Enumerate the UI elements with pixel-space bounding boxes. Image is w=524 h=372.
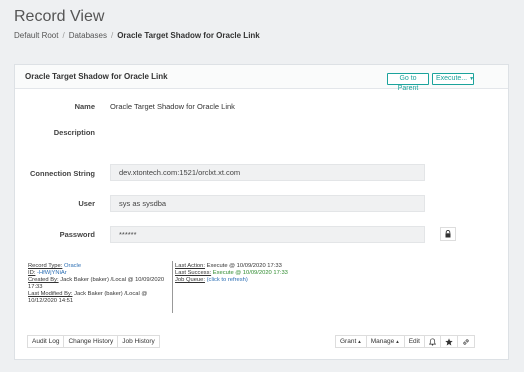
record-metadata-left: Record Type: Oracle ID: -HfWjYNiAr Creat… [28,263,168,306]
page-title: Record View [14,8,105,25]
lock-icon [445,230,451,238]
job-history-button[interactable]: Job History [118,336,159,347]
link-button[interactable] [458,336,474,347]
edit-button[interactable]: Edit [405,336,425,347]
metadata-divider [172,261,173,313]
job-queue-refresh-link[interactable]: (click to refresh) [207,277,248,283]
description-label: Description [53,128,95,137]
id-key: ID: [28,270,36,277]
last-action-key: Last Action: [175,263,205,269]
record-type-key: Record Type: [28,263,63,269]
caret-down-icon: ▼ [469,76,475,82]
breadcrumb-item-databases[interactable]: Databases [69,31,107,40]
breadcrumb-item-default-root[interactable]: Default Root [14,31,58,40]
last-action-value: Execute @ 10/09/2020 17:33 [206,263,282,269]
last-success-value: Execute @ 10/09/2020 17:33 [212,270,288,277]
notifications-button[interactable] [425,336,441,347]
connection-string-field[interactable]: dev.xtontech.com:1521/orclxt.xt.com [110,164,425,181]
history-button-group: Audit Log Change History Job History [27,335,160,348]
user-field[interactable]: sys as sysdba [110,195,425,212]
panel-title: Oracle Target Shadow for Oracle Link [25,72,168,81]
last-modified-key: Last Modified By: [28,291,73,298]
name-value: Oracle Target Shadow for Oracle Link [110,102,235,111]
manage-dropdown-button[interactable]: Manage▲ [367,336,405,347]
panel-header: Oracle Target Shadow for Oracle Link Go … [15,65,508,92]
name-label: Name [74,102,95,111]
execute-dropdown-button[interactable]: Execute... ▼ [432,73,474,85]
password-field[interactable]: ****** [110,226,425,243]
breadcrumb-separator: / [62,31,65,40]
grant-dropdown-button[interactable]: Grant▲ [336,336,367,347]
favorite-button[interactable] [441,336,458,347]
action-button-group: Grant▲ Manage▲ Edit [335,335,475,348]
record-id-link[interactable]: -HfWjYNiAr [37,270,67,276]
change-history-button[interactable]: Change History [64,336,119,347]
execute-label: Execute... [436,75,468,82]
record-panel: Oracle Target Shadow for Oracle Link Go … [14,64,509,360]
user-label: User [78,199,95,208]
record-metadata-right: Last Action: Execute @ 10/09/2020 17:33 … [175,263,315,284]
job-queue-key: Job Queue: [175,277,205,284]
manage-label: Manage [370,338,395,345]
connection-string-label: Connection String [30,169,95,178]
grant-label: Grant [340,338,357,345]
link-icon [463,338,469,345]
unlock-password-button[interactable] [440,227,456,241]
breadcrumb-current: Oracle Target Shadow for Oracle Link [117,31,260,40]
created-by-key: Created By: [28,277,59,284]
bell-icon [428,337,436,346]
caret-up-icon: ▲ [395,339,400,344]
star-icon [445,337,453,345]
caret-up-icon: ▲ [357,339,362,344]
record-type-link[interactable]: Oracle [64,263,81,269]
go-to-parent-button[interactable]: Go to Parent [387,73,429,92]
breadcrumb-separator: / [110,31,114,40]
audit-log-button[interactable]: Audit Log [28,336,65,347]
password-label: Password [59,230,95,239]
last-success-key: Last Success: [175,270,212,277]
breadcrumb: Default Root / Databases / Oracle Target… [14,31,260,40]
